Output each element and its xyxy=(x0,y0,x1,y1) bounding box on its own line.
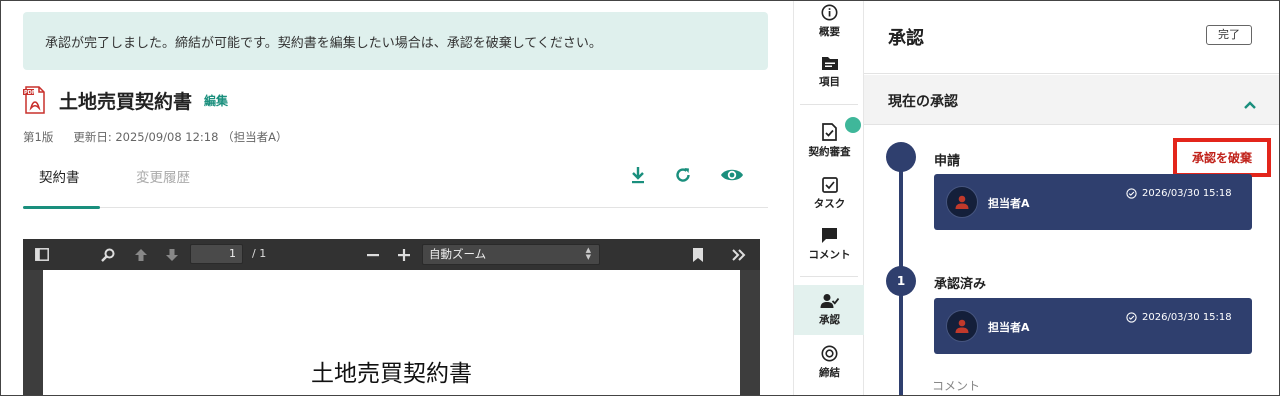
card-date: 2026/03/30 15:18 xyxy=(1126,312,1232,323)
refresh-icon[interactable] xyxy=(674,166,692,184)
select-arrows-icon: ▲ ▼ xyxy=(585,246,591,261)
rail-item-label: 締結 xyxy=(819,367,840,379)
main-content: 承認が完了しました。締結が可能です。契約書を編集したい場合は、承認を破棄してくだ… xyxy=(0,0,793,396)
rail-item-label: コメント xyxy=(808,249,851,261)
page-total: / 1 xyxy=(252,247,267,260)
info-icon xyxy=(794,4,865,21)
card-date-text: 2026/03/30 15:18 xyxy=(1142,188,1232,199)
pdf-page: 土地売買契約書 xyxy=(43,270,740,396)
discard-approval-button[interactable]: 承認を破棄 xyxy=(1173,138,1271,177)
updated-label: 更新日: 2025/09/08 12:18 （担当者A） xyxy=(73,130,288,144)
card-date: 2026/03/30 15:18 xyxy=(1126,188,1232,199)
approval-complete-notice: 承認が完了しました。締結が可能です。契約書を編集したい場合は、承認を破棄してくだ… xyxy=(23,12,768,70)
tab-actions xyxy=(630,166,744,184)
next-page-icon[interactable] xyxy=(161,239,183,270)
rail-item-label: タスク xyxy=(813,198,846,210)
zoom-value: 自動ズーム xyxy=(429,247,487,261)
status-dot xyxy=(845,117,861,133)
zoom-select[interactable]: 自動ズーム ▲ ▼ xyxy=(422,244,600,265)
card-person-name: 担当者A xyxy=(988,197,1030,210)
rail-item-fields[interactable]: 項目 xyxy=(794,56,865,89)
version-label: 第1版 xyxy=(23,130,54,144)
avatar xyxy=(946,310,978,342)
edit-link[interactable]: 編集 xyxy=(204,92,228,109)
chevron-up-icon[interactable] xyxy=(1244,94,1256,113)
preview-eye-icon[interactable] xyxy=(720,167,744,183)
rail-separator xyxy=(800,276,858,277)
page-number-input[interactable]: 1 xyxy=(190,244,243,264)
zoom-out-icon[interactable] xyxy=(362,239,384,270)
comment-icon xyxy=(794,227,865,244)
rail-item-tasks[interactable]: タスク xyxy=(794,177,865,211)
avatar xyxy=(946,186,978,218)
task-checkbox-icon xyxy=(794,177,865,193)
rail-item-label: 契約審査 xyxy=(808,146,851,158)
document-tabs: 契約書 変更履歴 xyxy=(23,160,768,209)
svg-text:PDF: PDF xyxy=(24,90,35,96)
timeline-node-approved: 1 xyxy=(886,266,916,296)
card-person-name: 担当者A xyxy=(988,321,1030,334)
pdf-viewer: 1 / 1 自動ズーム ▲ ▼ 土地売買契約書 xyxy=(23,239,760,396)
sidebar-toggle-icon[interactable] xyxy=(31,239,53,270)
step-label-request: 申請 xyxy=(934,154,961,169)
timeline-node-request xyxy=(886,142,916,172)
user-check-icon xyxy=(794,293,865,309)
comment-label: コメント xyxy=(932,379,981,393)
pdf-toolbar: 1 / 1 自動ズーム ▲ ▼ xyxy=(23,239,760,270)
card-date-text: 2026/03/30 15:18 xyxy=(1142,312,1232,323)
panel-header: 承認 完了 xyxy=(864,0,1280,74)
check-circle-icon xyxy=(1126,312,1137,323)
discard-approval-label: 承認を破棄 xyxy=(1191,151,1252,165)
document-title: 土地売買契約書 xyxy=(59,90,193,113)
section-title: 現在の承認 xyxy=(888,94,958,110)
previous-page-icon[interactable] xyxy=(130,239,152,270)
current-approval-section-header[interactable]: 現在の承認 xyxy=(864,75,1280,125)
tab-change-history[interactable]: 変更履歴 xyxy=(136,166,190,186)
pdf-file-icon: PDF xyxy=(23,86,47,114)
rail-separator xyxy=(800,104,858,105)
tab-contract[interactable]: 契約書 xyxy=(39,166,80,186)
rail-item-label: 概要 xyxy=(819,26,840,38)
target-circle-icon xyxy=(794,345,865,362)
rail-item-label: 承認 xyxy=(819,314,840,326)
rail-item-execution[interactable]: 締結 xyxy=(794,345,865,380)
pdf-page-heading: 土地売買契約書 xyxy=(311,361,472,387)
step-label-approved: 承認済み xyxy=(934,277,987,292)
bookmark-icon[interactable] xyxy=(687,239,709,270)
notice-text: 承認が完了しました。締結が可能です。契約書を編集したい場合は、承認を破棄してくだ… xyxy=(45,35,602,51)
approval-panel: 承認 完了 現在の承認 申請 承認を破棄 担当者A 2026/03/30 15:… xyxy=(864,0,1280,396)
approval-card-approved: 担当者A 2026/03/30 15:18 xyxy=(934,298,1252,354)
rail-item-overview[interactable]: 概要 xyxy=(794,4,865,39)
rail-item-comments[interactable]: コメント xyxy=(794,227,865,262)
approval-card-request: 担当者A 2026/03/30 15:18 xyxy=(934,174,1252,230)
document-meta: 第1版 更新日: 2025/09/08 12:18 （担当者A） xyxy=(23,129,287,145)
zoom-in-icon[interactable] xyxy=(393,239,415,270)
download-icon[interactable] xyxy=(630,166,646,184)
active-tab-indicator xyxy=(23,206,100,209)
check-circle-icon xyxy=(1126,188,1137,199)
done-button[interactable]: 完了 xyxy=(1206,25,1252,45)
panel-title: 承認 xyxy=(888,28,924,49)
nav-rail: 概要 項目 契約審査 タスク コメント 承認 締結 xyxy=(793,0,865,396)
document-header: PDF 土地売買契約書 編集 xyxy=(23,86,228,114)
folder-icon xyxy=(794,56,865,71)
search-icon[interactable] xyxy=(97,239,119,270)
rail-item-approval[interactable]: 承認 xyxy=(794,285,865,335)
tools-more-icon[interactable] xyxy=(727,239,751,270)
rail-item-label: 項目 xyxy=(819,76,840,88)
